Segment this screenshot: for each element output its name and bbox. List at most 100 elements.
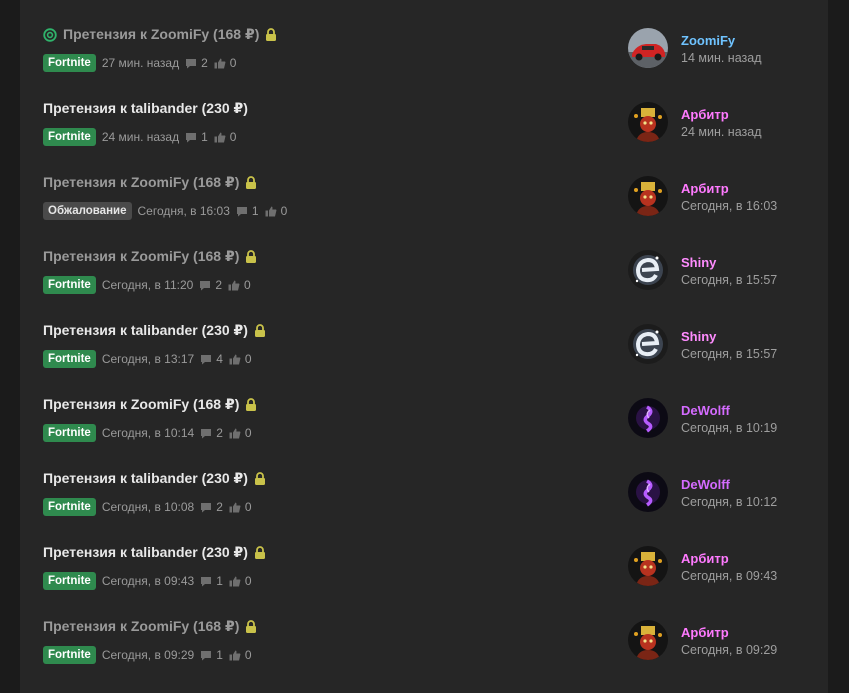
thread-start-date: Сегодня, в 09:29 [101,648,195,662]
thread-start-date: Сегодня, в 16:03 [137,204,230,218]
arbiter-avatar[interactable] [628,620,668,660]
last-post-time[interactable]: Сегодня, в 10:12 [681,495,777,509]
thread-meta: Fortnite Сегодня, в 10:14 2 0 [43,424,252,442]
thread-title-link[interactable]: Претензия к talibander (230 ₽) [43,470,266,487]
thread-title: Претензия к ZoomiFy (168 ₽) [43,396,240,412]
thread-row[interactable]: Претензия к ZoomiFy (168 ₽) Fortnite Сег… [20,592,828,666]
thumbs-up-icon [228,280,240,290]
lock-icon [254,324,265,337]
likes-count: 0 [229,352,252,366]
comment-icon [201,650,212,660]
thread-title-link[interactable]: Претензия к ZoomiFy (168 ₽) [43,26,277,43]
thumbs-up-icon [214,132,226,142]
prefix-tag[interactable]: Fortnite [43,646,96,664]
replies-value: 2 [215,278,223,292]
shiny-avatar[interactable] [628,250,668,290]
last-post-time[interactable]: Сегодня, в 16:03 [681,199,777,213]
thread-title: Претензия к ZoomiFy (168 ₽) [63,26,260,42]
thread-title: Претензия к talibander (230 ₽) [43,544,248,560]
last-post-time[interactable]: 14 мин. назад [681,51,762,65]
lock-icon [246,398,257,411]
thumbs-up-icon [229,428,241,438]
prefix-tag[interactable]: Fortnite [43,54,96,72]
last-poster-name[interactable]: Shiny [681,329,716,344]
thread-start-date: Сегодня, в 10:08 [101,500,195,514]
last-post-time[interactable]: 24 мин. назад [681,125,762,139]
last-poster-name[interactable]: Арбитр [681,181,729,196]
prefix-tag[interactable]: Fortnite [43,424,96,442]
replies-value: 1 [216,648,223,662]
prefix-tag[interactable]: Обжалование [43,202,132,220]
last-poster-name[interactable]: DeWolff [681,477,730,492]
prefix-tag[interactable]: Fortnite [43,128,96,146]
prefix-tag[interactable]: Fortnite [43,498,96,516]
last-post-time[interactable]: Сегодня, в 09:29 [681,643,777,657]
arbiter-avatar[interactable] [628,176,668,216]
thumbs-up-icon [229,650,241,660]
likes-value: 0 [244,278,251,292]
thread-title-link[interactable]: Претензия к talibander (230 ₽) [43,544,266,561]
thread-row[interactable]: Претензия к ZoomiFy (168 ₽) Обжалование … [20,148,828,222]
car-avatar[interactable] [628,28,668,68]
likes-count: 0 [229,500,252,514]
thread-row[interactable]: Претензия к talibander (230 ₽) Fortnite … [20,518,828,592]
thumbs-up-icon [229,354,241,364]
thread-title-link[interactable]: Претензия к ZoomiFy (168 ₽) [43,396,257,413]
thread-title-link[interactable]: Претензия к ZoomiFy (168 ₽) [43,248,257,265]
thread-meta: Fortnite Сегодня, в 09:43 1 0 [43,572,252,590]
thread-title: Претензия к ZoomiFy (168 ₽) [43,248,240,264]
replies-value: 2 [216,426,223,440]
likes-value: 0 [229,130,237,144]
likes-value: 0 [244,352,252,366]
dewolff-avatar[interactable] [628,398,668,438]
prefix-tag[interactable]: Fortnite [43,572,96,590]
last-poster-name[interactable]: Shiny [681,255,716,270]
last-poster-name[interactable]: ZoomiFy [681,33,735,48]
lock-icon [254,472,265,485]
thumbs-up-icon [265,206,277,216]
thread-row[interactable]: Претензия к talibander (230 ₽) Fortnite … [20,444,828,518]
replies-count: 1 [200,648,223,662]
last-poster-name[interactable]: Арбитр [681,551,729,566]
thread-start-date: 24 мин. назад [101,130,180,144]
thread-title: Претензия к talibander (230 ₽) [43,100,248,116]
dewolff-avatar[interactable] [628,472,668,512]
thread-row[interactable]: Претензия к talibander (230 ₽) Fortnite … [20,296,828,370]
thread-row[interactable]: Претензия к ZoomiFy (168 ₽) Fortnite Сег… [20,370,828,444]
last-post-time[interactable]: Сегодня, в 09:43 [681,569,777,583]
likes-count: 0 [229,574,252,588]
last-post-time[interactable]: Сегодня, в 10:19 [681,421,777,435]
thread-title-link[interactable]: Претензия к talibander (230 ₽) [43,100,248,117]
arbiter-avatar[interactable] [628,546,668,586]
thread-title-link[interactable]: Претензия к ZoomiFy (168 ₽) [43,174,257,191]
thread-title: Претензия к ZoomiFy (168 ₽) [43,174,240,190]
thread-row[interactable]: Претензия к ZoomiFy (168 ₽) Fortnite Сег… [20,222,828,296]
last-post-time[interactable]: Сегодня, в 15:57 [681,347,777,361]
likes-value: 0 [244,426,252,440]
prefix-tag[interactable]: Fortnite [43,350,96,368]
arbiter-avatar[interactable] [628,102,668,142]
thread-title-link[interactable]: Претензия к talibander (230 ₽) [43,322,266,339]
thread-start-date: 27 мин. назад [101,56,180,70]
replies-count: 2 [185,56,208,70]
thread-meta: Fortnite Сегодня, в 11:20 2 0 [43,276,251,294]
prefix-tag[interactable]: Fortnite [43,276,96,294]
thread-row[interactable]: Претензия к ZoomiFy (168 ₽) Fortnite 27 … [20,0,828,74]
last-post-time[interactable]: Сегодня, в 15:57 [681,273,777,287]
replies-count: 2 [200,500,223,514]
replies-value: 2 [216,500,223,514]
thread-title-link[interactable]: Претензия к ZoomiFy (168 ₽) [43,618,257,635]
last-poster-name[interactable]: DeWolff [681,403,730,418]
likes-count: 0 [228,278,251,292]
last-poster-name[interactable]: Арбитр [681,107,729,122]
comment-icon [186,132,197,142]
shiny-avatar[interactable] [628,324,668,364]
replies-value: 2 [201,56,208,70]
thread-row[interactable]: Претензия к talibander (230 ₽) Fortnite … [20,74,828,148]
replies-count: 2 [199,278,222,292]
likes-value: 0 [244,500,252,514]
likes-count: 0 [265,204,287,218]
thread-start-date: Сегодня, в 09:43 [101,574,195,588]
last-poster-name[interactable]: Арбитр [681,625,729,640]
likes-count: 0 [229,648,252,662]
